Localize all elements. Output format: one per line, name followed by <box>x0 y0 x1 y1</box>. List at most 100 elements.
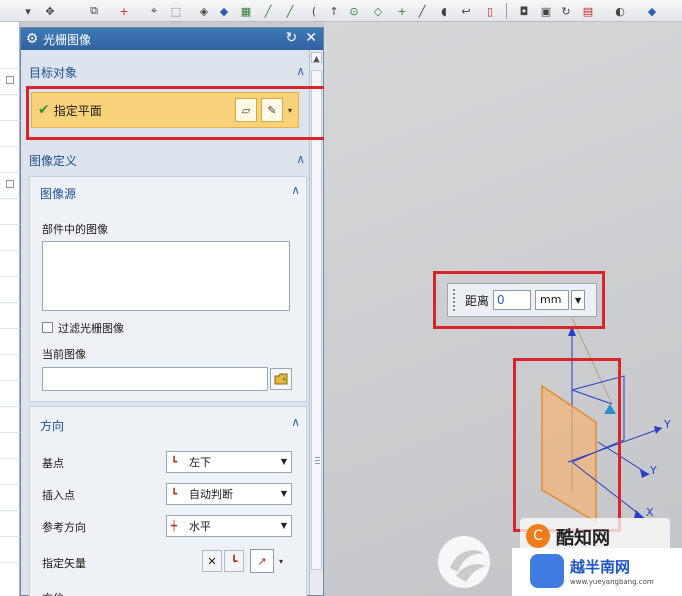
chevron-down-icon[interactable]: ▼ <box>281 457 287 466</box>
navigator-row-line <box>0 380 20 381</box>
scroll-grip-line <box>315 460 320 461</box>
current-image-field[interactable] <box>42 367 268 391</box>
image-source-panel: 图像源 ∧ 部件中的图像 过滤光栅图像 当前图像 <box>29 176 307 402</box>
window-icon[interactable]: ▣ <box>538 3 554 19</box>
copy-icon[interactable]: ⧉ <box>86 3 102 19</box>
vector-dropdown-caret-icon[interactable]: ▾ <box>276 549 286 573</box>
reverse-direction-icon[interactable]: ✕ <box>202 550 222 572</box>
folder-icon[interactable] <box>270 368 292 390</box>
vector-label: 指定矢量 <box>42 557 86 570</box>
y-axis-label: Y <box>663 418 671 431</box>
filter-icon[interactable]: ▯ <box>482 3 498 19</box>
view-cube-icon[interactable]: ◈ <box>196 3 212 19</box>
highlight-box-target <box>26 86 332 140</box>
snap-icon[interactable]: ✥ <box>42 3 58 19</box>
scrollbar-thumb[interactable] <box>311 70 322 570</box>
circle-center-icon[interactable]: ⊙ <box>346 3 362 19</box>
insert-point-select[interactable]: ┗ 自动判断 ▼ <box>166 483 292 505</box>
navigator-row-line <box>0 328 20 329</box>
highlight-box-distance <box>433 271 605 329</box>
reset-icon[interactable]: ↻ <box>286 30 298 46</box>
gear-icon[interactable]: ⚙ <box>21 31 43 47</box>
quadrant-icon[interactable]: ◇ <box>370 3 386 19</box>
tangent-icon[interactable]: ◖ <box>436 3 452 19</box>
navigator-row-line <box>0 432 20 433</box>
shaded-icon[interactable]: ◆ <box>644 3 660 19</box>
watermark-router-icon <box>530 554 564 588</box>
navigator-row-line <box>0 198 20 199</box>
vector-dialog-icon[interactable]: ┗ <box>224 550 244 572</box>
cross-point-icon[interactable]: + <box>116 3 132 19</box>
filter-raster-checkbox[interactable] <box>42 322 53 333</box>
point-icon[interactable]: ⌖ <box>146 3 162 19</box>
scroll-up-icon[interactable]: ▲ <box>311 52 322 63</box>
toolbar-separator <box>506 3 507 19</box>
orientation-title: 方向 <box>40 419 65 433</box>
navigator-checkbox[interactable] <box>6 180 14 188</box>
watermark-c-icon: C <box>526 524 550 548</box>
watermark-brand: C 酷知网 越半南网 www.yueyangbang.com <box>512 518 682 596</box>
snap-grid-icon[interactable]: ▦ <box>238 3 254 19</box>
target-section-title: 目标对象 <box>29 65 78 80</box>
perpendicular-icon[interactable]: ╱ <box>414 3 430 19</box>
image-source-title: 图像源 <box>40 187 77 201</box>
chevron-up-icon[interactable]: ∧ <box>291 415 300 429</box>
navigator-row-line <box>0 536 20 537</box>
navigator-row-line <box>0 68 20 69</box>
chevron-down-icon[interactable]: ▼ <box>281 489 287 498</box>
navigator-row-line <box>0 94 20 95</box>
chevron-down-icon[interactable]: ▼ <box>281 521 287 530</box>
close-icon[interactable]: ✕ <box>305 30 317 46</box>
base-point-value: 左下 <box>189 456 211 469</box>
rectangle-select-icon[interactable]: ⬚ <box>168 3 184 19</box>
curve-icon[interactable]: ↩ <box>458 3 474 19</box>
navigator-row-line <box>0 484 20 485</box>
grid-icon[interactable]: ▤ <box>580 3 596 19</box>
intersection-icon[interactable]: + <box>394 3 410 19</box>
ref-direction-label: 参考方向 <box>42 521 86 534</box>
base-point-select[interactable]: ┗ 左下 ▼ <box>166 451 292 473</box>
navigator-row-line <box>0 276 20 277</box>
navigator-row-line <box>0 354 20 355</box>
image-definition-title: 图像定义 <box>29 153 78 168</box>
insert-point-label: 插入点 <box>42 489 75 502</box>
navigator-row-line <box>0 172 20 173</box>
main-toolbar: ▾ ✥ ⧉ + ⌖ ⬚ ◈ ◆ ▦ ╱ ╱ ( ↑ ⊙ ◇ + ╱ ◖ ↩ ▯ … <box>0 0 682 22</box>
watermark-brand-text: 酷知网 <box>556 528 610 549</box>
next-field-label: 方位 <box>42 590 64 596</box>
navigator-checkbox[interactable] <box>6 76 14 84</box>
chevron-up-icon[interactable]: ∧ <box>291 183 300 197</box>
navigator-row-line <box>0 250 20 251</box>
refresh-icon[interactable]: ↻ <box>558 3 574 19</box>
watermark-logo <box>430 528 506 596</box>
ref-direction-select[interactable]: ┿ 水平 ▼ <box>166 515 292 537</box>
navigator-row-line <box>0 224 20 225</box>
navigator-row-line <box>0 562 20 563</box>
navigator-row-line <box>0 146 20 147</box>
watermark-site-cn: 越半南网 <box>570 558 631 576</box>
chevron-up-icon[interactable]: ∧ <box>296 152 305 166</box>
part-navigator-strip <box>0 22 20 596</box>
arc-icon[interactable]: ( <box>306 3 322 19</box>
target-section-header[interactable]: 目标对象 ∧ <box>27 62 309 82</box>
line-icon[interactable]: ╱ <box>260 3 276 19</box>
camera-icon[interactable]: ◘ <box>516 3 532 19</box>
solid-cube-icon[interactable]: ◆ <box>216 3 232 19</box>
insert-point-value: 自动判断 <box>189 488 233 501</box>
navigator-row-line <box>0 458 20 459</box>
line-endpoint-icon[interactable]: ╱ <box>282 3 298 19</box>
navigator-row-line <box>0 406 20 407</box>
chevron-up-icon[interactable]: ∧ <box>296 64 305 78</box>
base-point-label: 基点 <box>42 457 64 470</box>
layer-icon[interactable]: ◐ <box>612 3 628 19</box>
vector-icon[interactable]: ↗ <box>250 549 274 573</box>
arrow-up-icon[interactable]: ↑ <box>326 3 342 19</box>
insert-point-icon: ┗ <box>171 488 178 500</box>
navigator-row-line <box>0 302 20 303</box>
orientation-panel: 方向 ∧ 基点 ┗ 左下 ▼ 插入点 ┗ 自动判断 ▼ 参考方向 ┿ 水平 ▼ … <box>29 406 307 596</box>
image-definition-header[interactable]: 图像定义 ∧ <box>27 150 309 170</box>
images-in-part-list[interactable] <box>42 241 290 311</box>
dropdown-caret-icon[interactable]: ▾ <box>20 3 36 19</box>
dialog-title-bar[interactable]: ⚙ 光栅图像 ↻ ✕ <box>21 28 323 50</box>
watermark-site-url: www.yueyangbang.com <box>570 578 654 586</box>
